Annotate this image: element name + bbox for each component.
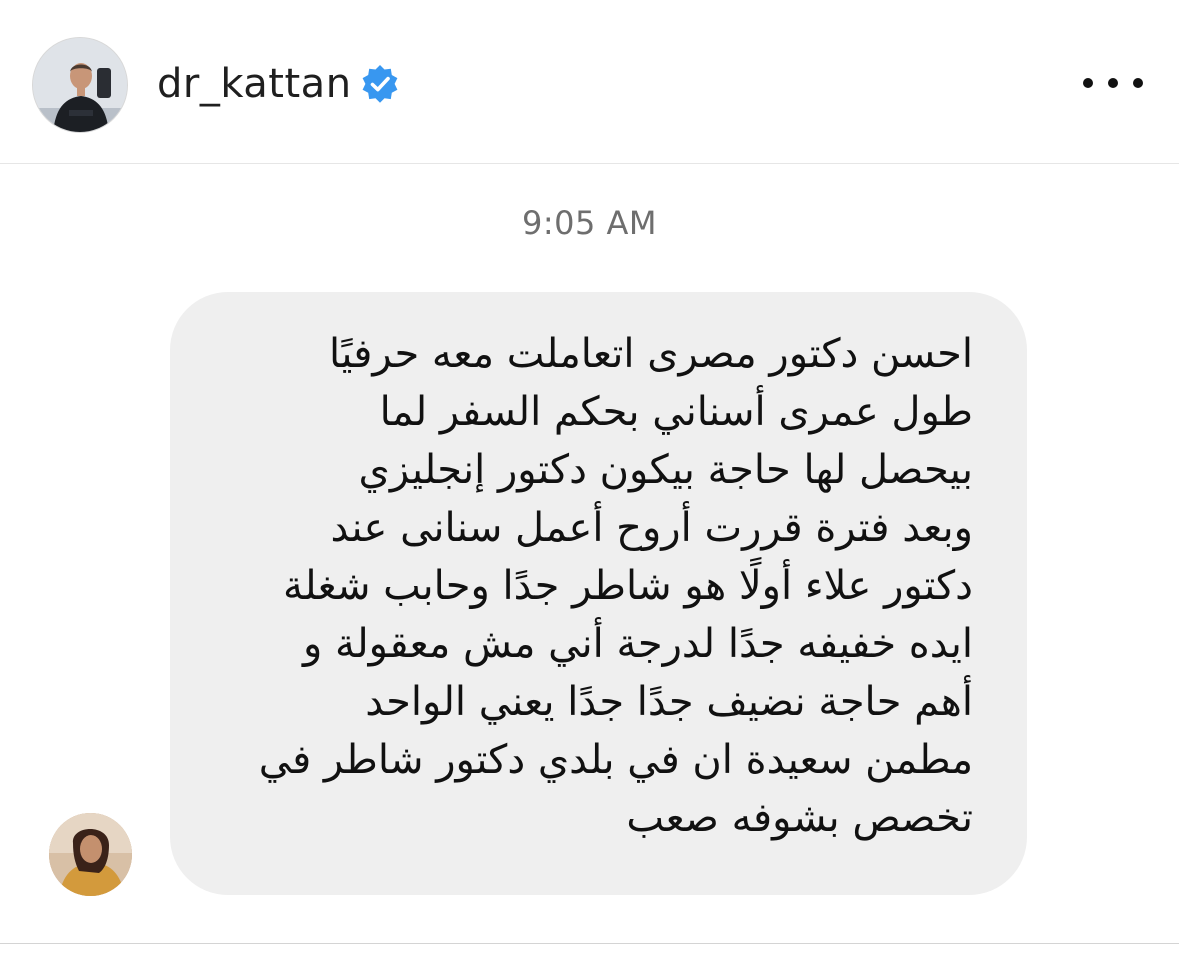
message-line: وبعد فترة قررت أروح أعمل سنانى عند — [330, 505, 973, 551]
composer-divider — [0, 943, 1179, 944]
chat-username[interactable]: dr_kattan — [157, 58, 352, 110]
message-bubble[interactable]: احسن دكتور مصرى اتعاملت معه حرفيًا طول ع… — [170, 292, 1027, 895]
profile-avatar[interactable] — [32, 37, 128, 133]
message-line: أهم حاجة نضيف جدًا جدًا يعني الواحد — [365, 679, 973, 725]
sender-photo — [49, 813, 132, 896]
message-timestamp: 9:05 AM — [521, 204, 658, 242]
message-line: مطمن سعيدة ان في بلدي دكتور شاطر في — [258, 737, 973, 783]
profile-photo — [33, 38, 127, 132]
more-options-icon[interactable] — [1083, 63, 1143, 103]
message-text: احسن دكتور مصرى اتعاملت معه حرفيًا طول ع… — [206, 325, 973, 847]
sender-avatar[interactable] — [49, 813, 132, 896]
verified-badge-icon — [362, 65, 398, 103]
message-line: دكتور علاء أولًا هو شاطر جدًا وحابب شغلة — [282, 563, 973, 609]
chat-header: dr_kattan — [0, 0, 1179, 164]
message-line: بيحصل لها حاجة بيكون دكتور إنجليزي — [358, 447, 973, 493]
message-line: تخصص بشوفه صعب — [626, 795, 973, 841]
message-line: ايده خفيفه جدًا لدرجة أني مش معقولة و — [303, 621, 973, 667]
message-line: احسن دكتور مصرى اتعاملت معه حرفيًا — [329, 331, 973, 377]
message-line: طول عمرى أسناني بحكم السفر لما — [379, 389, 973, 435]
